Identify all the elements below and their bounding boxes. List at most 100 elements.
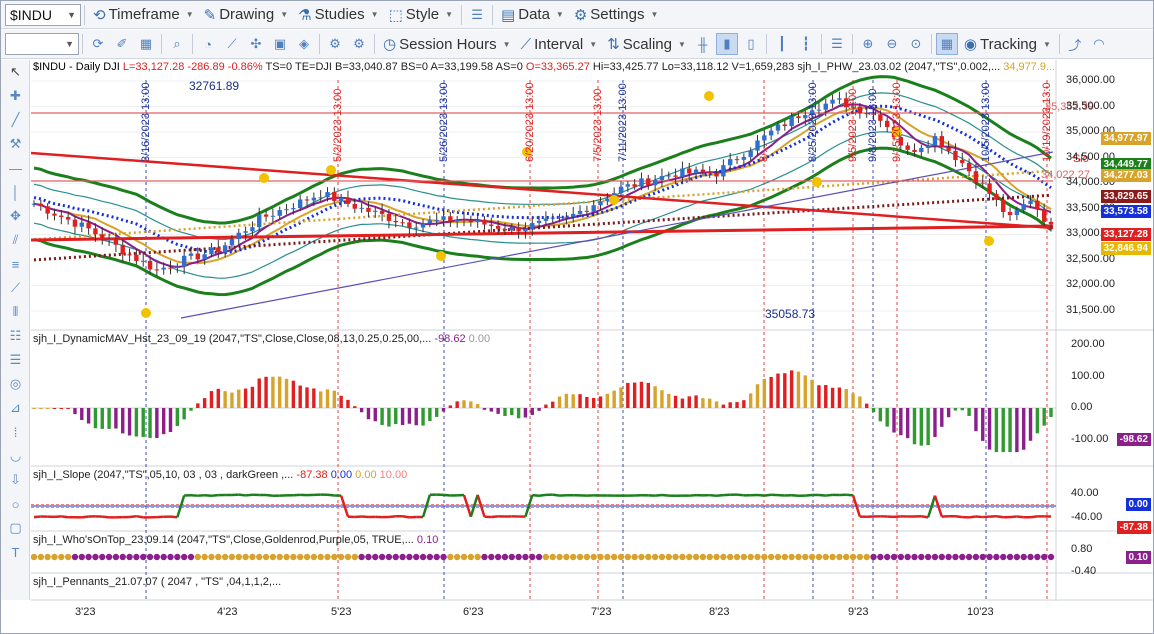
slope-line-segment <box>102 515 110 519</box>
gear-small-icon-2[interactable]: ⚙ <box>348 33 370 55</box>
slope-line-segment <box>709 493 717 497</box>
dmav-histogram-bar <box>516 408 521 419</box>
ellipse-icon[interactable]: ○ <box>1 492 30 516</box>
horizontal-line-icon[interactable]: — <box>1 156 30 180</box>
wot-dot <box>269 553 277 561</box>
analysis-icon[interactable]: ✣ <box>245 33 267 55</box>
price-value-tag: 33,829.65 <box>1100 190 1151 203</box>
interval-menu[interactable]: ⟋ Interval ▼ <box>516 32 603 56</box>
wot-dot <box>713 553 720 561</box>
wot-dot <box>317 553 324 561</box>
hollow-candle-icon[interactable]: ▯ <box>740 33 762 55</box>
add-study-icon[interactable]: ⤴ <box>1064 33 1086 55</box>
separator <box>851 34 853 54</box>
zoom-reset-icon[interactable]: ⊙ <box>905 33 927 55</box>
dmav-histogram-bar <box>421 408 425 426</box>
data-menu[interactable]: ▤ Data ▼ <box>496 3 569 27</box>
scaling-menu[interactable]: ⇅ Scaling ▼ <box>602 32 691 56</box>
zoom-out-icon[interactable]: ⊖ <box>881 33 903 55</box>
line-chart-icon[interactable]: ┇ <box>795 33 817 55</box>
layout-icon[interactable]: ☰ <box>466 4 488 26</box>
dmav-histogram-bar <box>735 402 739 408</box>
x-axis-label: 6'23 <box>463 606 484 618</box>
rectangle-icon[interactable]: ▢ <box>1 516 30 540</box>
object-icon[interactable]: ◈ <box>293 33 315 55</box>
interval-label: Interval <box>534 35 584 53</box>
settings-menu[interactable]: ⚙ Settings ▼ <box>569 3 664 27</box>
layout-icon-2[interactable]: ☰ <box>826 33 848 55</box>
pitchfork-icon[interactable]: ⫴ <box>1 300 30 324</box>
chart-area[interactable]: $INDU - Daily DJI L=33,127.28 -286.89 -0… <box>30 60 1153 618</box>
arrow-down-icon[interactable]: ⇩ <box>1 468 30 492</box>
levels-icon[interactable]: ⁞ <box>1 420 30 444</box>
session-hours-menu[interactable]: ◷ Session Hours ▼ <box>378 32 516 56</box>
ray-icon[interactable]: ⟋ <box>1 276 30 300</box>
dmav-histogram-bar <box>885 408 889 427</box>
wot-dot <box>883 553 891 561</box>
wot-dot <box>522 553 529 561</box>
speed-lines-icon[interactable]: ⊿ <box>1 396 30 420</box>
arc-icon[interactable]: ◡ <box>1 444 30 468</box>
slope-tick-label: 40.00 <box>1071 487 1099 499</box>
dmav-histogram-bar <box>141 408 145 437</box>
candlestick-icon[interactable]: ▮ <box>715 33 738 55</box>
wot-dot <box>358 553 365 561</box>
fib-icon[interactable]: ≡ <box>1 252 30 276</box>
candle-body <box>646 178 651 186</box>
crosshair-icon[interactable]: ✚ <box>1 84 30 108</box>
symbol-input[interactable]: $INDU ▼ <box>5 3 81 26</box>
move-icon[interactable]: ✥ <box>1 204 30 228</box>
chart-line-icon[interactable]: ⟋ <box>221 33 243 55</box>
dmav-histogram-bar <box>919 408 924 446</box>
dmav-histogram-bar <box>974 408 978 432</box>
wot-dot <box>918 553 925 561</box>
grid-icon[interactable]: ▦ <box>135 33 157 55</box>
wot-dot <box>829 553 836 561</box>
studies-menu[interactable]: ⚗ Studies ▼ <box>293 3 383 27</box>
wot-dot <box>324 553 331 561</box>
candle-body <box>120 244 125 255</box>
speedometer-icon[interactable]: ◔ <box>197 33 219 55</box>
image-icon[interactable]: ▣ <box>269 33 291 55</box>
vertical-line-icon[interactable]: │ <box>1 180 30 204</box>
zoom-box-icon[interactable]: ⌕ <box>166 33 188 55</box>
list-icon[interactable]: ☰ <box>1 348 30 372</box>
candle-body <box>1014 210 1020 216</box>
cycle-icon[interactable]: ◎ <box>1 372 30 396</box>
wot-tick-label: 0.80 <box>1071 543 1093 555</box>
gear-small-icon[interactable]: ⚙ <box>324 33 346 55</box>
link-icon[interactable]: ✐ <box>111 33 133 55</box>
bar-chart-icon[interactable]: ╫ <box>692 33 714 55</box>
dmav-histogram-bar <box>52 408 57 409</box>
refresh-icon[interactable]: ⟳ <box>87 33 109 55</box>
dropdown-icon: ▼ <box>589 39 598 49</box>
wot-dot <box>576 553 584 561</box>
wrench-icon[interactable]: ⚒ <box>1 132 30 156</box>
volume-icon[interactable]: ┃ <box>771 33 793 55</box>
interval-select[interactable]: ▼ <box>5 33 79 55</box>
dmav-histogram-bar <box>755 384 760 408</box>
zoom-in-icon[interactable]: ⊕ <box>857 33 879 55</box>
scaling-label: Scaling <box>622 35 672 53</box>
candle-body <box>52 213 57 216</box>
crosshair-grid-icon[interactable]: ▦ <box>935 33 958 55</box>
tracking-menu[interactable]: ◉ Tracking ▼ <box>959 32 1056 56</box>
gann-icon[interactable]: ☷ <box>1 324 30 348</box>
candle-body <box>284 209 289 211</box>
style-menu[interactable]: ⬚ Style ▼ <box>384 3 458 27</box>
monitor-icon[interactable]: ◠ <box>1088 33 1110 55</box>
drawing-menu[interactable]: ✎ Drawing ▼ <box>199 3 294 27</box>
text-icon[interactable]: T <box>1 540 30 564</box>
timeframe-menu[interactable]: ⟲ Timeframe ▼ <box>88 3 199 27</box>
channel-icon[interactable]: ⫽ <box>1 228 30 252</box>
wot-dot <box>549 553 556 561</box>
dmav-histogram-bar <box>564 393 569 408</box>
slope-line-segment <box>402 515 410 519</box>
candle-body <box>338 197 344 201</box>
pointer-icon[interactable]: ↖ <box>1 60 30 84</box>
wot-dot <box>399 553 406 561</box>
candle-body <box>393 220 398 223</box>
candle-body <box>598 201 603 206</box>
chevron-down-icon: ▼ <box>67 9 76 20</box>
trend-line-icon[interactable]: ╱ <box>1 108 30 132</box>
